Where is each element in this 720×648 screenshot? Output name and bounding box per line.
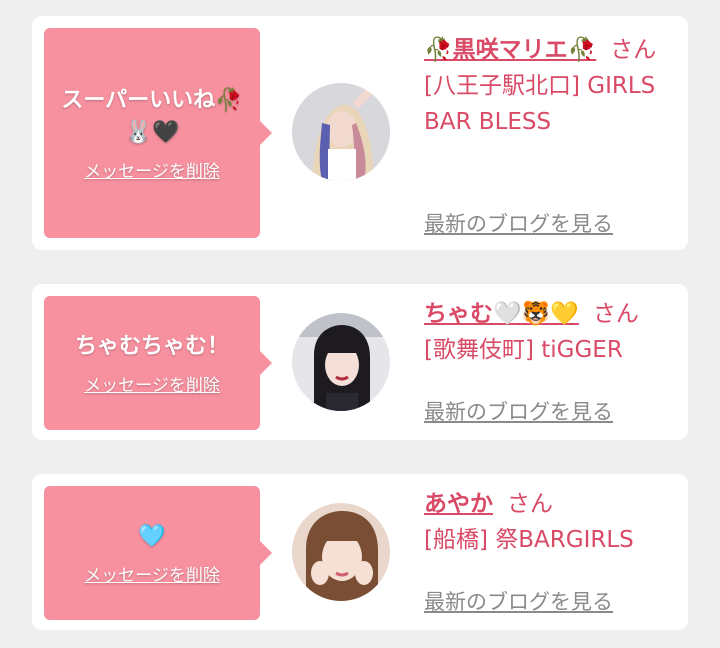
message-text: ちゃむちゃむ！ (75, 331, 229, 363)
message-card: ちゃむちゃむ！ メッセージを削除 ちゃむ🤍🐯💛 さん [歌舞伎町] tiGGER … (32, 284, 688, 440)
message-card: 🩵 メッセージを削除 あやか さん [船橋] 祭BARGIRLS 最新のブログを見… (32, 474, 688, 630)
message-text: 🩵 (138, 521, 165, 553)
honorific: さん (507, 491, 553, 517)
message-card: スーパーいいね🥀 🐰🖤 メッセージを削除 🥀黒咲マリエ🥀 さん [八王子駅北口] … (32, 16, 688, 250)
message-line: 🩵 (138, 523, 166, 549)
avatar[interactable] (292, 83, 390, 181)
avatar-image (292, 503, 390, 601)
avatar-image (292, 83, 390, 181)
name-row: 🥀黒咲マリエ🥀 さん (424, 32, 674, 68)
blog-link[interactable]: 最新のブログを見る (424, 586, 613, 616)
message-text: スーパーいいね🥀 🐰🖤 (61, 85, 242, 149)
blog-link[interactable]: 最新のブログを見る (424, 208, 613, 238)
honorific: さん (610, 37, 657, 63)
delete-message-link[interactable]: メッセージを削除 (84, 371, 220, 396)
shop-info: [船橋] 祭BARGIRLS (424, 527, 634, 553)
delete-message-link[interactable]: メッセージを削除 (84, 561, 220, 586)
delete-message-link[interactable]: メッセージを削除 (84, 157, 220, 182)
name-row: あやか さん (424, 486, 674, 522)
girl-name-link[interactable]: あやか (424, 491, 493, 517)
girl-name-link[interactable]: ちゃむ🤍🐯💛 (424, 301, 579, 327)
shop-info: [歌舞伎町] tiGGER (424, 337, 623, 363)
message-line: ちゃむちゃむ！ (74, 333, 229, 359)
shop-info: [八王子駅北口] GIRLS BAR BLESS (424, 73, 656, 135)
avatar-image (292, 313, 390, 411)
message-bubble: ちゃむちゃむ！ メッセージを削除 (44, 296, 272, 430)
blog-link[interactable]: 最新のブログを見る (424, 396, 613, 426)
honorific: さん (592, 301, 639, 327)
avatar[interactable] (292, 313, 390, 411)
message-bubble: スーパーいいね🥀 🐰🖤 メッセージを削除 (44, 28, 272, 238)
message-line: 🐰🖤 (124, 119, 180, 145)
message-line: スーパーいいね🥀 (61, 87, 243, 113)
message-bubble: 🩵 メッセージを削除 (44, 486, 272, 620)
name-row: ちゃむ🤍🐯💛 さん (424, 296, 674, 332)
girl-name-link[interactable]: 🥀黒咲マリエ🥀 (424, 37, 596, 63)
avatar[interactable] (292, 503, 390, 601)
